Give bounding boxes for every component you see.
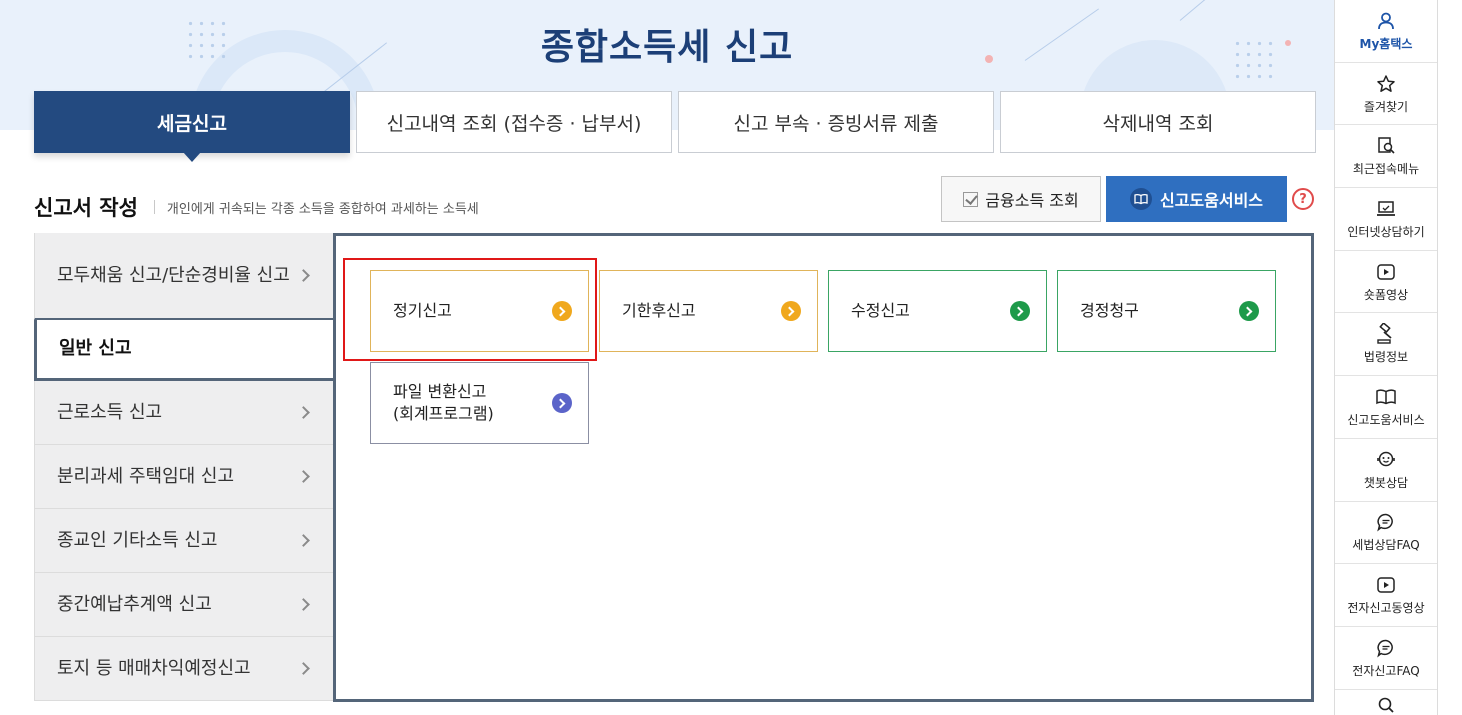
help-question-icon[interactable]: ? xyxy=(1292,188,1314,210)
card-label: 파일 변환신고 (회계프로그램) xyxy=(393,382,494,423)
arrow-right-icon xyxy=(781,301,801,321)
quick-filing-help[interactable]: 신고도움서비스 xyxy=(1335,376,1437,439)
menu-item-label: 모두채움 신고/단순경비율 신고 xyxy=(57,264,290,286)
gavel-icon xyxy=(1375,323,1397,345)
chevron-right-icon xyxy=(297,662,310,675)
search-icon xyxy=(1377,694,1395,715)
chat-icon xyxy=(1376,511,1396,533)
chevron-right-icon xyxy=(297,406,310,419)
chat-icon xyxy=(1376,637,1396,659)
quick-label: 신고도움서비스 xyxy=(1347,412,1425,427)
arrow-right-icon xyxy=(1239,301,1259,321)
menu-item-label: 종교인 기타소득 신고 xyxy=(57,529,218,551)
quick-online-consult[interactable]: 인터넷상담하기 xyxy=(1335,188,1437,251)
book-icon xyxy=(1129,188,1152,210)
quick-menu-bar: My홈택스 즐겨찾기 최근접속메뉴 인터넷상담하기 숏폼영상 법령정보 신고도움… xyxy=(1334,0,1438,715)
menu-item-label: 일반 신고 xyxy=(59,338,132,359)
laptop-icon xyxy=(1375,198,1397,220)
play-icon xyxy=(1376,574,1396,596)
quick-label: 최근접속메뉴 xyxy=(1352,162,1420,177)
checkbox-icon xyxy=(963,191,979,207)
tab-deleted-history[interactable]: 삭제내역 조회 xyxy=(1000,91,1316,153)
quick-favorites[interactable]: 즐겨찾기 xyxy=(1335,63,1437,126)
section-header: 신고서 작성 개인에게 귀속되는 각종 소득을 종합하여 과세하는 소득세 xyxy=(34,192,479,222)
quick-label: 인터넷상담하기 xyxy=(1347,224,1425,239)
card-label: 정기신고 xyxy=(393,301,452,320)
card-file-conversion-filing[interactable]: 파일 변환신고 (회계프로그램) xyxy=(370,362,589,444)
play-icon xyxy=(1376,261,1396,283)
chevron-right-icon xyxy=(297,269,310,282)
card-label: 수정신고 xyxy=(851,301,910,320)
section-description: 개인에게 귀속되는 각종 소득을 종합하여 과세하는 소득세 xyxy=(166,201,479,217)
card-label: 기한후신고 xyxy=(622,301,696,320)
quick-efiling-video[interactable]: 전자신고동영상 xyxy=(1335,564,1437,627)
filing-help-label: 신고도움서비스 xyxy=(1159,191,1264,210)
finance-income-button[interactable]: 금융소득 조회 xyxy=(941,176,1101,222)
divider xyxy=(153,200,155,214)
menu-item-label: 근로소득 신고 xyxy=(57,401,163,423)
arrow-right-icon xyxy=(552,301,572,321)
card-refund-claim[interactable]: 경정청구 xyxy=(1057,270,1276,352)
filing-help-button[interactable]: 신고도움서비스 xyxy=(1106,176,1287,222)
quick-label: 챗봇상담 xyxy=(1363,475,1409,490)
section-title: 신고서 작성 xyxy=(34,196,138,220)
person-icon xyxy=(1376,10,1396,32)
tab-tax-filing[interactable]: 세금신고 xyxy=(34,91,350,162)
quick-chatbot[interactable]: 챗봇상담 xyxy=(1335,439,1437,502)
chatbot-icon xyxy=(1375,449,1397,471)
quick-recent-menu[interactable]: 최근접속메뉴 xyxy=(1335,125,1437,189)
card-amended-filing[interactable]: 수정신고 xyxy=(828,270,1047,352)
card-late-filing[interactable]: 기한후신고 xyxy=(599,270,818,352)
menu-item-label: 토지 등 매매차익예정신고 xyxy=(57,657,251,679)
arrow-right-icon xyxy=(1010,301,1030,321)
menu-item-label: 중간예납추계액 신고 xyxy=(57,593,212,615)
quick-label: 전자신고FAQ xyxy=(1352,663,1420,678)
arrow-right-icon xyxy=(552,393,572,413)
main-tabs: 세금신고 신고내역 조회 (접수증 · 납부서) 신고 부속 · 증빙서류 제출… xyxy=(34,91,1316,162)
menu-item-label: 분리과세 주택임대 신고 xyxy=(57,465,235,487)
menu-item-general[interactable]: 일반 신고 xyxy=(34,320,335,381)
menu-item-prefilled[interactable]: 모두채움 신고/단순경비율 신고 xyxy=(34,233,334,320)
card-label: 경정청구 xyxy=(1080,301,1139,320)
quick-label: 즐겨찾기 xyxy=(1363,99,1409,114)
page-title: 종합소득세 신고 xyxy=(540,27,794,68)
quick-search[interactable] xyxy=(1335,690,1437,715)
book-icon xyxy=(1375,386,1397,408)
quick-efiling-faq[interactable]: 전자신고FAQ xyxy=(1335,627,1437,690)
quick-tax-faq[interactable]: 세법상담FAQ xyxy=(1335,502,1437,565)
menu-item-earned-income[interactable]: 근로소득 신고 xyxy=(34,381,334,445)
chevron-right-icon xyxy=(297,534,310,547)
quick-label: 숏폼영상 xyxy=(1363,287,1409,302)
quick-short-video[interactable]: 숏폼영상 xyxy=(1335,251,1437,314)
recent-icon xyxy=(1376,135,1396,157)
menu-item-housing-rental[interactable]: 분리과세 주택임대 신고 xyxy=(34,445,334,509)
star-icon xyxy=(1376,73,1396,95)
chevron-right-icon xyxy=(297,598,310,611)
menu-item-religious[interactable]: 종교인 기타소득 신고 xyxy=(34,509,334,573)
card-regular-filing[interactable]: 정기신고 xyxy=(370,270,589,352)
quick-label: 세법상담FAQ xyxy=(1352,538,1420,553)
quick-my-hometax[interactable]: My홈택스 xyxy=(1335,0,1437,63)
tab-document-submit[interactable]: 신고 부속 · 증빙서류 제출 xyxy=(678,91,994,153)
quick-label: 전자신고동영상 xyxy=(1347,601,1425,616)
finance-income-label: 금융소득 조회 xyxy=(985,191,1079,210)
quick-label: 법령정보 xyxy=(1363,350,1409,365)
menu-item-interim-prepayment[interactable]: 중간예납추계액 신고 xyxy=(34,573,334,637)
left-menu: 모두채움 신고/단순경비율 신고 일반 신고 근로소득 신고 분리과세 주택임대… xyxy=(34,233,335,701)
tab-filing-history[interactable]: 신고내역 조회 (접수증 · 납부서) xyxy=(356,91,672,153)
menu-item-land-sale[interactable]: 토지 등 매매차익예정신고 xyxy=(34,637,334,701)
chevron-right-icon xyxy=(297,470,310,483)
quick-law-info[interactable]: 법령정보 xyxy=(1335,313,1437,377)
quick-label: My홈택스 xyxy=(1359,36,1413,51)
